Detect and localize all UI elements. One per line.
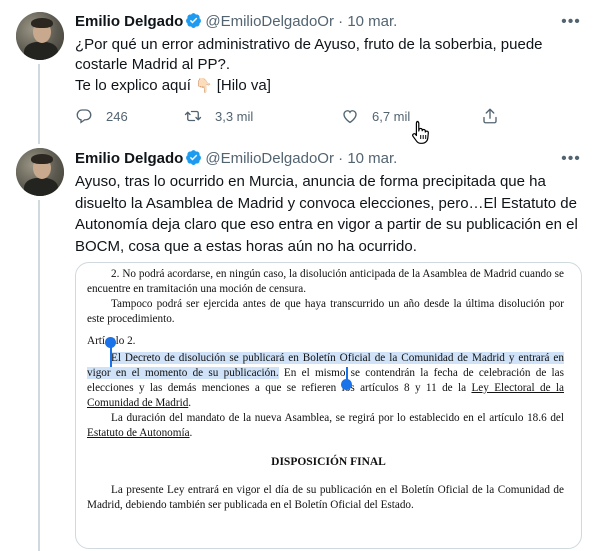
pointing-down-emoji: 👇🏻 <box>195 77 213 93</box>
thread-connector <box>38 64 40 144</box>
doc-text-fragment: . <box>189 427 193 439</box>
share-button[interactable] <box>481 106 499 126</box>
reply-button[interactable]: 246 <box>75 106 128 126</box>
verified-badge-icon <box>185 149 202 172</box>
avatar[interactable] <box>16 148 64 196</box>
doc-article-heading: Artículo 2. <box>87 335 136 347</box>
tweet-header: Emilio Delgado @EmilioDelgadoOr · 10 mar. <box>75 149 397 172</box>
doc-paragraph: 2. No podrá acordarse, en ningún caso, l… <box>87 268 564 295</box>
tweet-text-fragment: [Hilo va] <box>216 77 271 94</box>
avatar[interactable] <box>16 12 64 60</box>
more-icon[interactable]: ••• <box>560 12 582 32</box>
doc-text-fragment: La duración del mandato de la nueva Asam… <box>111 412 564 424</box>
author-handle[interactable]: @EmilioDelgadoOr <box>205 150 334 167</box>
author-name[interactable]: Emilio Delgado <box>75 13 183 30</box>
tweet-header: Emilio Delgado @EmilioDelgadoOr · 10 mar. <box>75 12 397 35</box>
share-icon <box>483 108 497 124</box>
doc-paragraph: La duración del mandato de la nueva Asam… <box>87 411 564 441</box>
tweet-text: Ayuso, tras lo ocurrido en Murcia, anunc… <box>75 173 578 255</box>
reply-count: 246 <box>106 108 128 124</box>
tweet-text-line: ¿Por qué un error administrativo de Ayus… <box>75 36 543 73</box>
tweet-text: ¿Por qué un error administrativo de Ayus… <box>75 35 585 96</box>
author-handle[interactable]: @EmilioDelgadoOr <box>205 13 334 30</box>
timestamp[interactable]: 10 mar. <box>347 13 397 30</box>
tweet-1[interactable]: Emilio Delgado @EmilioDelgadoOr · 10 mar.… <box>0 0 596 144</box>
doc-paragraph: El Decreto de disolución se publicará en… <box>87 351 564 411</box>
author-name[interactable]: Emilio Delgado <box>75 150 183 167</box>
attached-document-image[interactable]: 2. No podrá acordarse, en ningún caso, l… <box>75 262 582 549</box>
tweet-actions: 246 3,3 mil 6,7 mil <box>75 106 505 126</box>
more-icon[interactable]: ••• <box>560 149 582 169</box>
doc-section-title: DISPOSICIÓN FINAL <box>271 456 386 468</box>
retweet-count: 3,3 mil <box>215 108 254 124</box>
separator-dot: · <box>338 150 344 167</box>
selection-end-handle[interactable] <box>341 379 352 390</box>
reply-icon <box>76 109 92 124</box>
doc-paragraph: La presente Ley entrará en vigor el día … <box>87 484 564 511</box>
selection-start-bar <box>110 345 112 367</box>
timestamp[interactable]: 10 mar. <box>347 150 397 167</box>
like-icon <box>343 110 357 124</box>
tweet-text-fragment: Te lo explico aquí <box>75 77 191 94</box>
verified-badge-icon <box>185 12 202 35</box>
thread-connector <box>38 200 40 551</box>
retweet-icon <box>184 110 202 122</box>
tweet-text-line: Te lo explico aquí 👇🏻 [Hilo va] <box>75 75 585 96</box>
like-button[interactable]: 6,7 mil <box>341 106 410 126</box>
like-count: 6,7 mil <box>372 108 411 124</box>
doc-paragraph: Tampoco podrá ser ejercida antes de que … <box>87 298 564 325</box>
separator-dot: · <box>338 13 344 30</box>
doc-link: Estatuto de Autonomía <box>87 427 190 439</box>
doc-text-fragment: . <box>188 397 192 409</box>
retweet-button[interactable]: 3,3 mil <box>184 106 253 126</box>
